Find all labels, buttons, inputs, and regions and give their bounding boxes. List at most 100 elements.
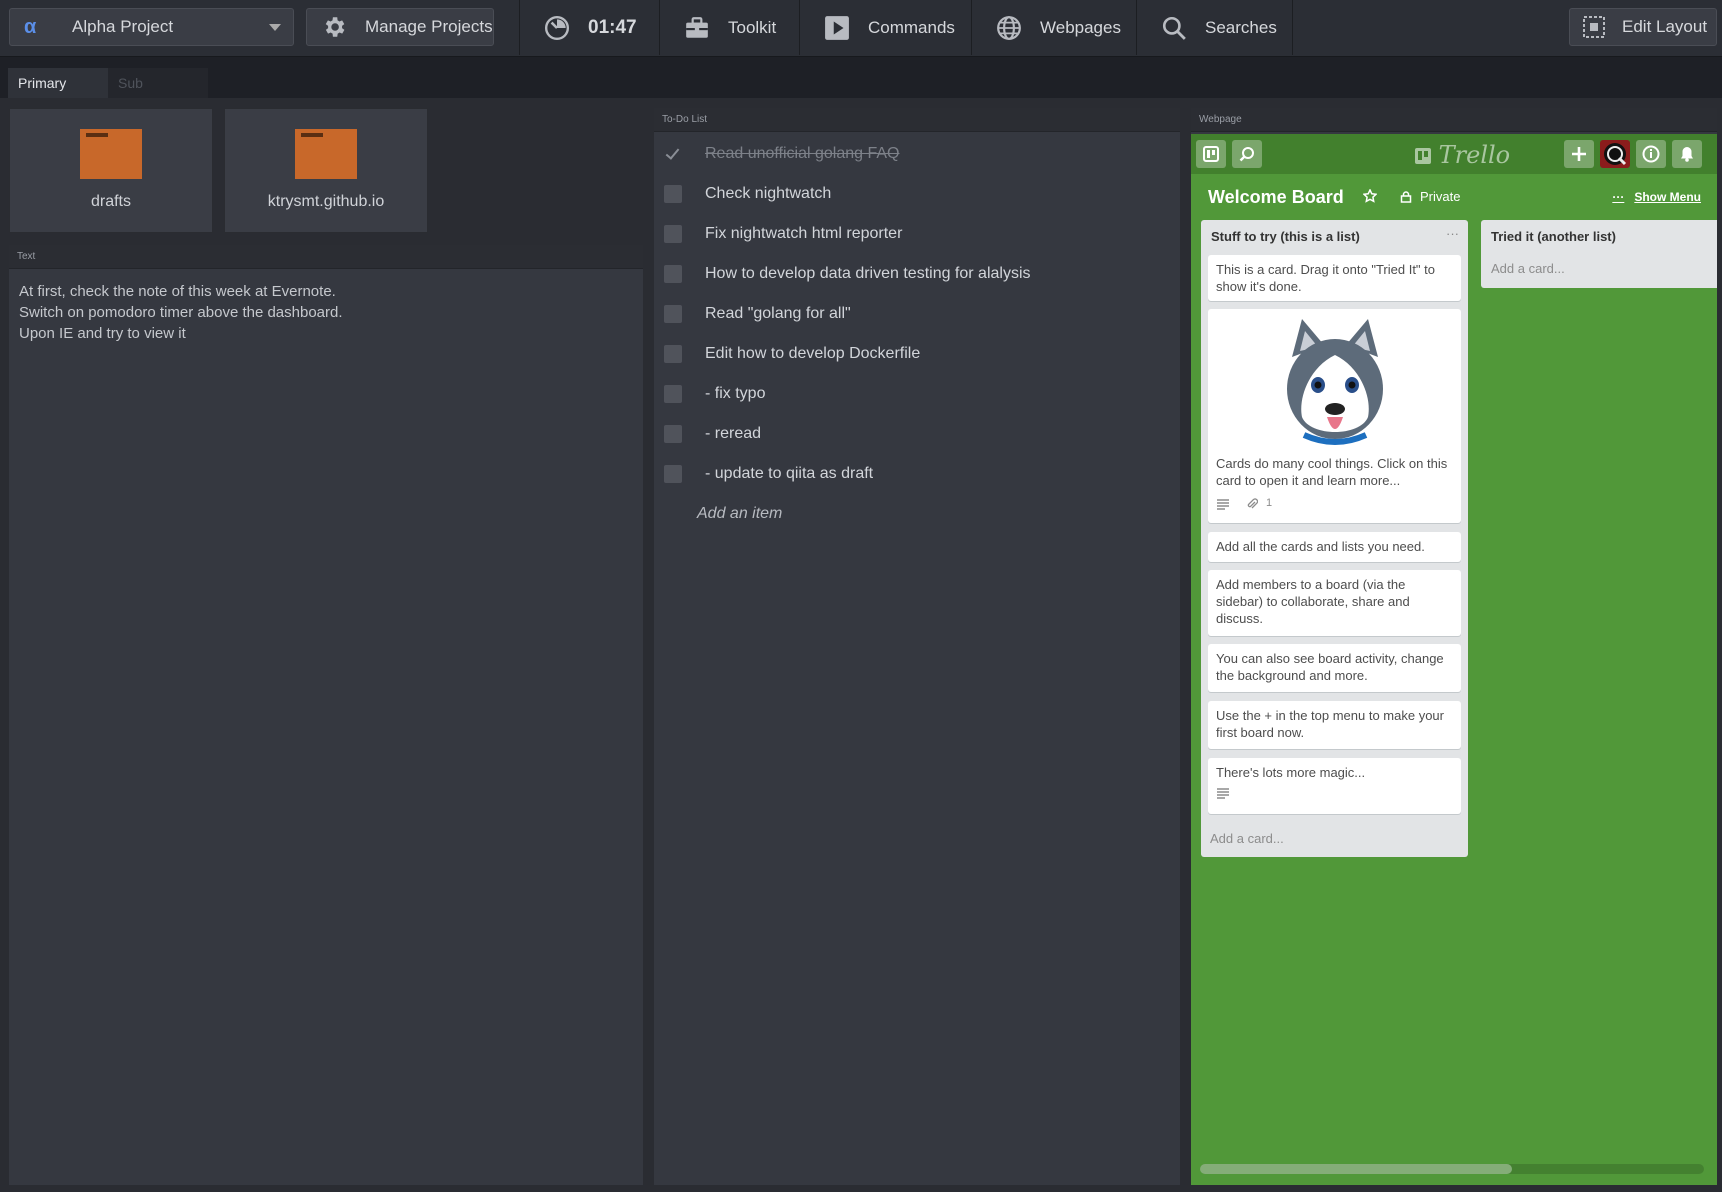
toolkit-nav[interactable]: Toolkit [659, 0, 799, 55]
folder-drafts[interactable]: drafts [9, 108, 213, 233]
avatar-icon [1604, 143, 1627, 166]
lock-icon [1400, 190, 1412, 203]
attachment-count: 1 [1266, 497, 1273, 509]
tab-primary[interactable]: Primary [8, 68, 108, 98]
board-visibility[interactable]: Private [1400, 189, 1460, 204]
todo-text: Read "golang for all" [705, 305, 851, 322]
todo-item[interactable]: - reread [664, 422, 761, 446]
trello-card[interactable]: Cards do many cool things. Click on this… [1208, 309, 1461, 523]
todo-item[interactable]: - update to qiita as draft [664, 462, 873, 486]
card-text: Cards do many cool things. Click on this… [1216, 456, 1448, 488]
notifications-button[interactable] [1672, 140, 1702, 168]
text-panel: Text At first, check the note of this we… [9, 245, 643, 1185]
todo-text: - fix typo [705, 385, 766, 402]
husky-image [1286, 319, 1383, 445]
searches-label: Searches [1205, 17, 1277, 37]
trello-card[interactable]: This is a card. Drag it onto "Tried It" … [1208, 255, 1461, 301]
tab-sub[interactable]: Sub [108, 68, 208, 98]
trello-card[interactable]: There's lots more magic... [1208, 758, 1461, 814]
checkbox[interactable] [664, 385, 682, 403]
checkbox[interactable] [664, 345, 682, 363]
trello-search-button[interactable] [1232, 140, 1262, 168]
checkbox-checked[interactable] [664, 145, 682, 163]
search-icon [1162, 16, 1186, 40]
searches-nav[interactable]: Searches [1136, 0, 1293, 55]
edit-layout-label: Edit Layout [1622, 17, 1708, 36]
text-content[interactable]: At first, check the note of this week at… [9, 269, 643, 356]
webpages-label: Webpages [1040, 17, 1121, 37]
todo-item[interactable]: How to develop data driven testing for a… [664, 262, 1031, 286]
list-menu-icon[interactable]: ··· [1446, 226, 1459, 241]
info-button[interactable] [1636, 140, 1666, 168]
boards-icon [1203, 146, 1219, 162]
dashboard-tabs: Primary Sub [8, 68, 208, 98]
trello-list[interactable]: Tried it (another list) Add a card... [1481, 220, 1717, 288]
timer-value: 01:47 [588, 16, 637, 38]
create-button[interactable] [1564, 140, 1594, 168]
trello-card[interactable]: Use the + in the top menu to make your f… [1208, 701, 1461, 749]
avatar[interactable] [1600, 140, 1630, 168]
show-menu-link[interactable]: ··· Show Menu [1612, 190, 1701, 204]
checkbox[interactable] [664, 185, 682, 203]
todo-item[interactable]: Read "golang for all" [664, 302, 851, 326]
project-selector[interactable]: α Alpha Project [9, 8, 294, 46]
todo-item[interactable]: Fix nightwatch html reporter [664, 222, 902, 246]
trello-card[interactable]: Add members to a board (via the sidebar)… [1208, 570, 1461, 636]
edit-layout-button[interactable]: Edit Layout [1569, 8, 1717, 46]
top-bar: α Alpha Project Manage Projects 01:47 To… [0, 0, 1722, 57]
manage-projects-button[interactable]: Manage Projects [306, 8, 494, 46]
folder-icon [295, 129, 357, 179]
todo-text: - update to qiita as draft [705, 465, 874, 482]
trello-card[interactable]: You can also see board activity, change … [1208, 644, 1461, 692]
todo-item[interactable]: Edit how to develop Dockerfile [664, 342, 920, 366]
globe-icon [997, 15, 1021, 40]
description-icon [1217, 788, 1229, 799]
horizontal-scrollbar[interactable] [1200, 1164, 1704, 1174]
boards-button[interactable] [1196, 140, 1226, 168]
trello-logo-text: Trello [1438, 141, 1511, 169]
add-card-link[interactable]: Add a card... [1491, 261, 1565, 276]
card-badges: 1 [1216, 495, 1453, 512]
text-line: Switch on pomodoro timer above the dashb… [19, 304, 343, 321]
checkbox[interactable] [664, 425, 682, 443]
text-line: Upon IE and try to view it [19, 325, 186, 342]
trello-logo[interactable]: Trello [1415, 141, 1510, 169]
checkbox[interactable] [664, 265, 682, 283]
chevron-down-icon [269, 23, 281, 31]
panel-title: To-Do List [654, 108, 1180, 132]
trello-card[interactable]: Add all the cards and lists you need. [1208, 532, 1461, 562]
folder-ktrysmt-github-io[interactable]: ktrysmt.github.io [224, 108, 428, 233]
briefcase-icon [686, 16, 708, 38]
checkbox[interactable] [664, 225, 682, 243]
todo-text: Check nightwatch [705, 185, 832, 202]
board-title[interactable]: Welcome Board [1208, 187, 1344, 208]
todo-panel: To-Do List Read unofficial golang FAQ Ch… [654, 108, 1180, 1185]
bell-icon [1681, 147, 1693, 162]
more-icon: ··· [1612, 190, 1625, 204]
star-icon[interactable] [1363, 189, 1377, 203]
add-item-link[interactable]: Add an item [697, 505, 782, 523]
checkbox[interactable] [664, 305, 682, 323]
manage-projects-label: Manage Projects [365, 17, 493, 36]
list-title[interactable]: Tried it (another list) [1481, 220, 1717, 253]
alpha-logo-icon: α [24, 15, 37, 38]
search-icon [1239, 147, 1254, 162]
list-title[interactable]: Stuff to try (this is a list) [1201, 220, 1468, 253]
text-line: At first, check the note of this week at… [19, 283, 336, 300]
trello-logo-icon [1415, 148, 1431, 164]
trello-webview[interactable]: Trello Welcome Board Private ··· Show Me… [1191, 134, 1717, 1185]
trello-list[interactable]: Stuff to try (this is a list) ··· This i… [1201, 220, 1468, 857]
commands-nav[interactable]: Commands [799, 0, 971, 55]
todo-item[interactable]: Check nightwatch [664, 182, 831, 206]
webpages-nav[interactable]: Webpages [971, 0, 1136, 55]
timer-icon [544, 15, 570, 40]
play-icon [825, 15, 849, 40]
add-card-link[interactable]: Add a card... [1210, 831, 1284, 846]
todo-item[interactable]: - fix typo [664, 382, 765, 406]
pomodoro-timer[interactable]: 01:47 [519, 0, 659, 55]
checkbox[interactable] [664, 465, 682, 483]
todo-text: Edit how to develop Dockerfile [705, 345, 921, 362]
visibility-label: Private [1420, 189, 1461, 204]
scrollbar-thumb[interactable] [1200, 1164, 1512, 1174]
todo-item[interactable]: Read unofficial golang FAQ [664, 142, 900, 166]
